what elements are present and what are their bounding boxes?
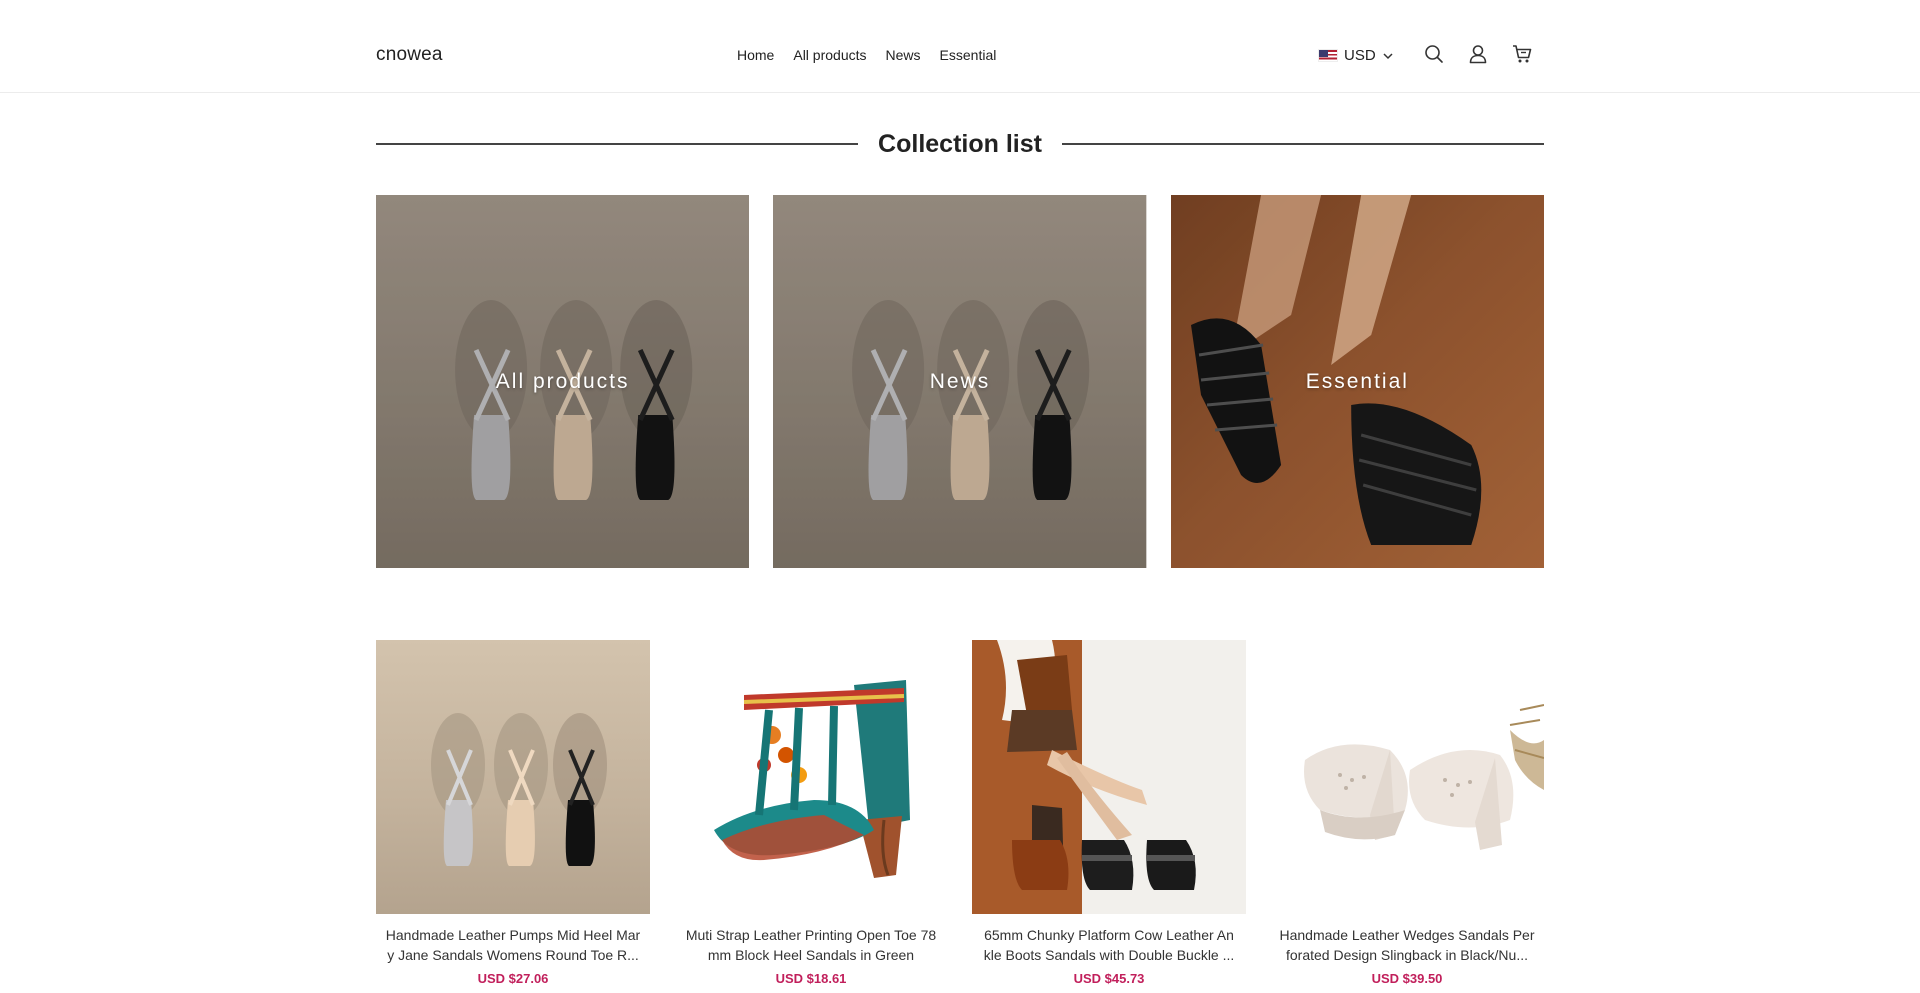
collection-label: All products <box>495 369 630 393</box>
product-price: USD $45.73 <box>1073 971 1145 986</box>
product-card[interactable]: Muti Strap Leather Printing Open Toe 78m… <box>674 640 948 986</box>
product-title[interactable]: Muti Strap Leather Printing Open Toe 78m… <box>674 925 948 965</box>
product-price: USD $39.50 <box>1371 971 1443 986</box>
section-title: Collection list <box>878 129 1042 158</box>
product-image[interactable] <box>972 640 1246 914</box>
product-title[interactable]: Handmade Leather Wedges Sandals Perforat… <box>1270 925 1544 965</box>
product-image[interactable] <box>376 640 650 914</box>
collection-list-heading: Collection list <box>376 126 1544 162</box>
search-icon[interactable] <box>1423 43 1445 65</box>
product-title[interactable]: 65mm Chunky Platform Cow Leather Ankle B… <box>972 925 1246 965</box>
collection-card-essential[interactable]: Essential <box>1170 195 1544 568</box>
product-price: USD $27.06 <box>477 971 549 986</box>
collection-grid: All products News Essential <box>376 195 1544 568</box>
currency-label: USD <box>1344 47 1376 64</box>
product-card[interactable]: Handmade Leather Wedges Sandals Perforat… <box>1270 640 1544 986</box>
product-image[interactable] <box>1270 640 1544 914</box>
cart-icon[interactable] <box>1511 43 1533 65</box>
chevron-down-icon <box>1383 52 1393 59</box>
product-price: USD $18.61 <box>775 971 847 986</box>
product-image[interactable] <box>674 640 948 914</box>
collection-card-all-products[interactable]: All products <box>376 195 750 568</box>
nav-essential[interactable]: Essential <box>940 47 997 63</box>
heading-divider-right <box>1061 143 1544 145</box>
collection-label: News <box>929 369 991 393</box>
site-header: cnowea Home All products News Essential … <box>0 0 1920 93</box>
nav-news[interactable]: News <box>886 47 921 63</box>
currency-selector[interactable]: USD <box>1318 47 1394 64</box>
product-card[interactable]: 65mm Chunky Platform Cow Leather Ankle B… <box>972 640 1246 986</box>
us-flag-icon <box>1318 49 1338 62</box>
heading-divider-left <box>376 143 859 145</box>
collection-label: Essential <box>1305 369 1409 393</box>
site-logo[interactable]: cnowea <box>376 44 443 66</box>
nav-all-products[interactable]: All products <box>793 47 866 63</box>
product-grid: Handmade Leather Pumps Mid Heel Mary Jan… <box>376 640 1544 986</box>
nav-home[interactable]: Home <box>737 47 774 63</box>
product-card[interactable]: Handmade Leather Pumps Mid Heel Mary Jan… <box>376 640 650 986</box>
product-title[interactable]: Handmade Leather Pumps Mid Heel Mary Jan… <box>376 925 650 965</box>
account-icon[interactable] <box>1467 43 1489 65</box>
collection-card-news[interactable]: News <box>773 195 1147 568</box>
main-nav: Home All products News Essential <box>737 47 996 63</box>
